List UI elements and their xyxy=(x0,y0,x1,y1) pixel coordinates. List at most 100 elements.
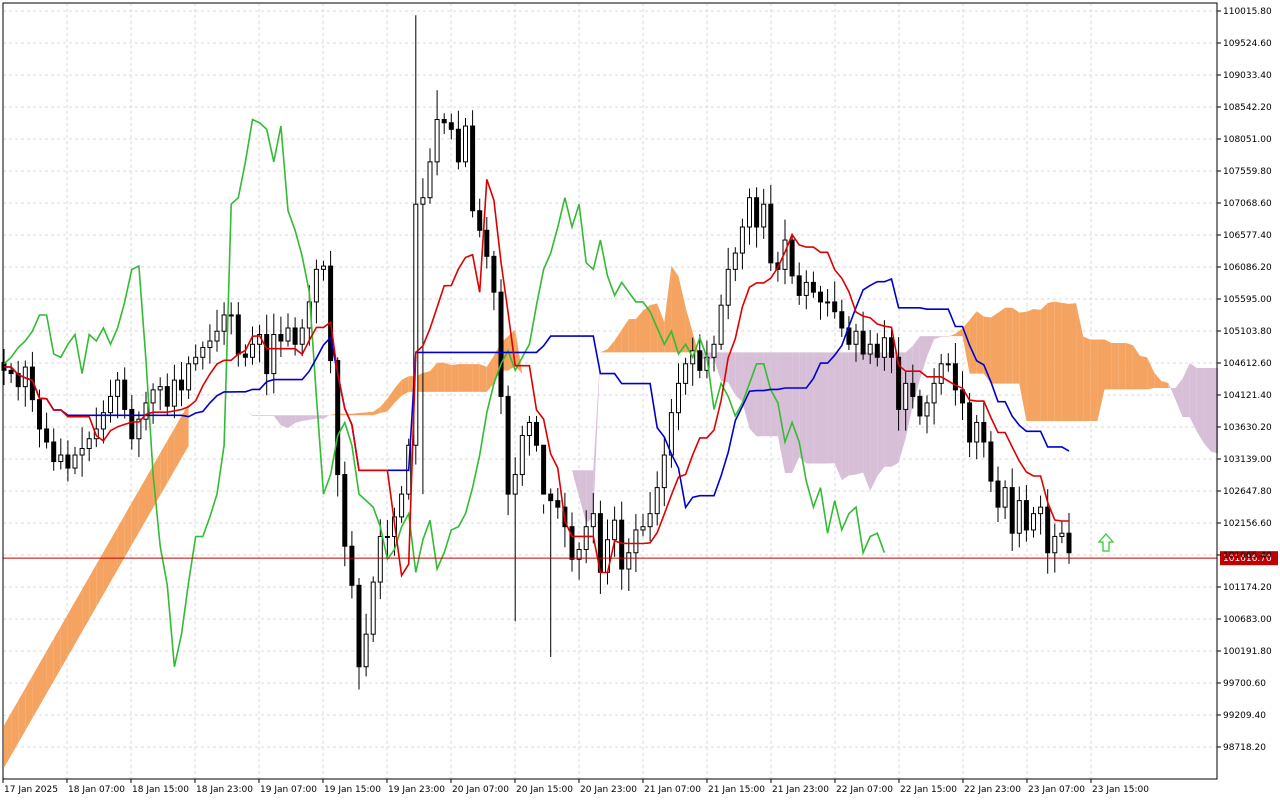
x-tick-label: 21 Jan 15:00 xyxy=(708,785,765,795)
candle-bear xyxy=(967,402,973,443)
candle-bull xyxy=(427,161,433,199)
candle-bull xyxy=(825,301,831,304)
candle-bear xyxy=(1045,506,1051,554)
candle-bear xyxy=(917,395,923,417)
cloud-segment-bear xyxy=(785,352,793,474)
cloud-segment-bull xyxy=(969,311,977,374)
x-tick-label: 19 Jan 23:00 xyxy=(388,785,445,795)
candle-bear xyxy=(534,421,539,446)
x-tick-label: 19 Jan 07:00 xyxy=(260,785,317,795)
candle-bull xyxy=(214,330,220,342)
cloud-segment-bear xyxy=(884,352,892,467)
x-tick-label: 20 Jan 23:00 xyxy=(580,785,637,795)
candle-bull xyxy=(285,327,291,342)
cloud-segment-bear xyxy=(756,352,764,437)
candle-bear xyxy=(164,386,170,407)
candle-bull xyxy=(867,343,873,355)
x-tick-label: 23 Jan 15:00 xyxy=(1092,785,1149,795)
cloud-segment-bear xyxy=(820,352,828,464)
candle-bear xyxy=(810,281,816,293)
candle-bull xyxy=(924,402,930,417)
candle-bull xyxy=(881,337,887,358)
cloud-segment-bear xyxy=(941,336,949,337)
candle-bear xyxy=(292,327,298,345)
candle-bear xyxy=(179,379,184,391)
candle-bull xyxy=(1031,513,1036,531)
candle-bear xyxy=(754,197,760,228)
x-tick-label: 18 Jan 07:00 xyxy=(68,785,125,795)
cloud-segment-bear xyxy=(266,415,274,416)
candle-bear xyxy=(619,519,625,570)
ichimoku-chart[interactable]: 101616.70 110015.80 109524.60 109033.40 108… xyxy=(0,0,1280,800)
candle-bear xyxy=(789,239,795,277)
candle-bull xyxy=(86,438,92,450)
candle-bull xyxy=(58,454,64,463)
x-tick-label: 23 Jan 07:00 xyxy=(1028,785,1085,795)
candle-bull xyxy=(903,382,909,410)
candle-bear xyxy=(981,421,987,443)
candle-bear xyxy=(505,395,511,495)
candle-bull xyxy=(463,125,468,163)
candle-bear xyxy=(8,369,14,375)
candle-bear xyxy=(122,379,128,410)
x-tick-label: 22 Jan 15:00 xyxy=(900,785,957,795)
cloud-segment-bull xyxy=(1104,339,1112,390)
y-tick-label: 106577.40 xyxy=(1223,231,1272,241)
y-tick-label: 105595.00 xyxy=(1223,295,1272,305)
candle-bull xyxy=(1059,532,1065,537)
candle-bull xyxy=(79,448,85,456)
x-tick-label: 20 Jan 07:00 xyxy=(452,785,509,795)
x-tick-label: 22 Jan 23:00 xyxy=(964,785,1021,795)
candle-bear xyxy=(1066,532,1072,554)
candle-bear xyxy=(448,122,454,130)
cloud-segment-bear xyxy=(841,352,849,481)
candle-bull xyxy=(654,487,660,515)
cloud-segment-bull xyxy=(1054,301,1062,421)
candle-bear xyxy=(44,428,50,443)
candle-bull xyxy=(313,268,319,303)
candle-bear xyxy=(860,330,866,355)
candle-bear xyxy=(356,584,362,668)
candle-bear xyxy=(484,229,490,257)
candle-bull xyxy=(200,347,206,358)
cloud-segment-bull xyxy=(1047,301,1055,421)
candle-bull xyxy=(363,633,369,668)
cloud-segment-bull xyxy=(628,318,636,353)
candle-bull xyxy=(186,363,192,391)
candle-bull xyxy=(1002,487,1008,508)
candle-bull xyxy=(384,535,390,538)
cloud-segment-bear xyxy=(806,352,814,464)
cloud-segment-bull xyxy=(1125,342,1133,390)
candle-bull xyxy=(612,519,618,541)
cloud-segment-bull xyxy=(1140,355,1148,390)
cloud-segment-bear xyxy=(1203,367,1211,452)
y-tick-label: 102156.60 xyxy=(1223,519,1272,529)
candle-bull xyxy=(519,434,525,476)
candle-bull xyxy=(761,203,767,228)
y-tick-label: 103630.20 xyxy=(1223,423,1272,433)
candle-bull xyxy=(974,421,980,443)
candle-bull xyxy=(647,513,653,528)
candle-bull xyxy=(590,513,596,528)
x-tick-label: 17 Jan 2025 xyxy=(4,785,58,795)
candle-bear xyxy=(65,454,71,469)
cloud-segment-bull xyxy=(650,303,658,353)
candle-bear xyxy=(839,311,845,329)
cloud-segment-bull xyxy=(1061,302,1069,421)
candle-bull xyxy=(1052,535,1058,554)
candle-bull xyxy=(683,363,689,384)
candle-bull xyxy=(377,535,383,583)
candle-bull xyxy=(370,581,376,635)
candle-bull xyxy=(583,526,589,550)
cloud-segment-bull xyxy=(1118,342,1126,390)
y-tick-label: 101665.40 xyxy=(1223,551,1272,561)
chart-canvas[interactable]: 101616.70 110015.80109524.60109033.40108… xyxy=(0,0,1280,800)
candle-bear xyxy=(37,399,42,430)
candle-bear xyxy=(555,500,561,508)
cloud-segment-bear xyxy=(848,352,856,476)
candle-bear xyxy=(278,334,284,342)
cloud-segment-bull xyxy=(671,265,679,353)
y-tick-label: 106086.20 xyxy=(1223,263,1272,273)
candle-bull xyxy=(72,454,78,469)
candle-bear xyxy=(242,353,248,358)
